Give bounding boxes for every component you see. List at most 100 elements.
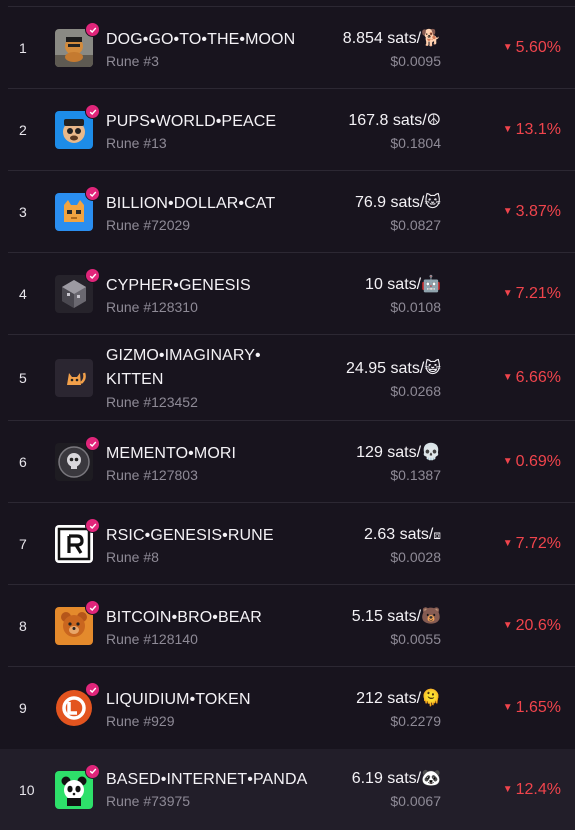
verified-badge-icon — [85, 682, 100, 697]
down-triangle-icon: ▼ — [502, 288, 513, 299]
down-triangle-icon: ▼ — [502, 124, 513, 135]
token-row[interactable]: 7 RSIC•GENESIS•RUNE Rune #8 2.63 sats/⧈ … — [0, 503, 575, 585]
cat-logo-icon — [55, 186, 100, 231]
panda-logo-icon — [55, 763, 100, 809]
price-change: ▼ 5.60% — [502, 39, 561, 56]
rank-number: 7 — [19, 536, 27, 552]
verified-badge-icon — [85, 763, 100, 779]
price-change: ▼ 7.72% — [502, 535, 561, 552]
rank-number: 5 — [19, 370, 27, 386]
price-usd: $0.0268 — [390, 383, 441, 399]
down-triangle-icon: ▼ — [502, 42, 513, 53]
price-change: ▼ 7.21% — [502, 285, 561, 302]
rune-number: Rune #128310 — [106, 299, 198, 315]
token-name: DOG•GO•TO•THE•MOON — [106, 31, 296, 48]
token-name: PUPS•WORLD•PEACE — [106, 113, 277, 130]
verified-badge-icon — [85, 518, 100, 533]
rank-number: 1 — [19, 40, 27, 56]
price-sats: 10 sats/🤖 — [365, 276, 441, 293]
dog-logo-icon — [55, 22, 100, 67]
rune-number: Rune #929 — [106, 713, 175, 729]
rune-number: Rune #73975 — [106, 793, 191, 809]
token-name: BASED•INTERNET•PANDA — [106, 771, 308, 788]
price-sats: 24.95 sats/😺 — [346, 360, 441, 377]
price-usd: $0.0028 — [390, 549, 441, 565]
rune-number: Rune #72029 — [106, 217, 191, 233]
price-usd: $0.1387 — [390, 467, 441, 483]
token-row[interactable]: 5 GIZMO•IMAGINARY• KITTEN Rune #123452 2… — [0, 335, 575, 421]
cypher-logo-icon — [55, 268, 100, 313]
price-usd: $0.1804 — [390, 135, 441, 151]
token-name: BITCOIN•BRO•BEAR — [106, 609, 262, 626]
verified-badge-icon — [85, 268, 100, 283]
token-row[interactable]: 6 MEMENTO•MORI Rune #127803 129 sats/💀 $… — [0, 421, 575, 503]
price-sats: 167.8 sats/☮ — [348, 112, 441, 129]
down-triangle-icon: ▼ — [502, 783, 513, 795]
token-row[interactable]: 8 BITCOIN•BRO•BEAR Rune #128140 5.15 sat… — [0, 585, 575, 667]
rsic-symbol-icon: ⧈ — [433, 528, 441, 542]
price-change: ▼ 1.65% — [502, 699, 561, 716]
price-usd: $0.0055 — [390, 631, 441, 647]
verified-badge-icon — [85, 104, 100, 119]
token-name-continued: KITTEN — [106, 371, 164, 388]
rsic-logo-icon — [55, 518, 100, 563]
down-triangle-icon: ▼ — [502, 206, 513, 217]
token-name: MEMENTO•MORI — [106, 445, 237, 462]
token-row[interactable]: 4 CYPHER•GENESIS Rune #128310 10 sats/🤖 … — [0, 253, 575, 335]
price-sats: 6.19 sats/🐼 — [351, 770, 441, 787]
price-sats: 5.15 sats/🐻 — [351, 608, 441, 625]
token-row[interactable]: 10 BASED•INTERNET•PANDA Rune #73975 6.19… — [0, 749, 575, 830]
price-change: ▼ 13.1% — [502, 121, 561, 138]
down-triangle-icon: ▼ — [502, 456, 513, 467]
price-usd: $0.0108 — [390, 299, 441, 315]
dog-symbol-icon: 🐕 — [421, 30, 441, 47]
peace-symbol-icon: ☮ — [426, 112, 441, 129]
price-change: ▼ 12.4% — [502, 780, 561, 798]
token-row[interactable]: 9 LIQUIDIUM•TOKEN Rune #929 212 sats/🫠 $… — [0, 667, 575, 749]
panda-symbol-icon: 🐼 — [421, 770, 441, 787]
down-triangle-icon: ▼ — [502, 620, 513, 631]
melting-face-symbol-icon: 🫠 — [421, 690, 441, 707]
liquidium-logo-icon — [55, 682, 100, 727]
rune-number: Rune #128140 — [106, 631, 198, 647]
down-triangle-icon: ▼ — [502, 372, 513, 383]
verified-badge-icon — [85, 600, 100, 615]
rank-number: 2 — [19, 122, 27, 138]
verified-badge-icon — [85, 436, 100, 451]
robot-symbol-icon: 🤖 — [421, 276, 441, 293]
down-triangle-icon: ▼ — [502, 538, 513, 549]
token-row[interactable]: 1 DOG•GO•TO•THE•MOON Rune #3 8.854 sats/… — [0, 7, 575, 89]
rank-number: 8 — [19, 618, 27, 634]
rank-number: 10 — [19, 781, 35, 798]
price-change: ▼ 3.87% — [502, 203, 561, 220]
price-usd: $0.0095 — [390, 53, 441, 69]
token-name: CYPHER•GENESIS — [106, 277, 251, 294]
gizmo-logo-icon — [55, 359, 93, 397]
rune-number: Rune #3 — [106, 53, 159, 69]
price-sats: 8.854 sats/🐕 — [342, 30, 441, 47]
bear-logo-icon — [55, 600, 100, 645]
price-sats: 129 sats/💀 — [356, 444, 441, 461]
rune-number: Rune #123452 — [106, 394, 198, 410]
rank-number: 6 — [19, 454, 27, 470]
rank-number: 9 — [19, 700, 27, 716]
token-name: BILLION•DOLLAR•CAT — [106, 195, 276, 212]
cat-symbol-icon: 🐱 — [424, 194, 441, 211]
price-change: ▼ 6.66% — [502, 369, 561, 386]
price-usd: $0.2279 — [390, 713, 441, 729]
price-change: ▼ 0.69% — [502, 453, 561, 470]
token-name: LIQUIDIUM•TOKEN — [106, 691, 251, 708]
rank-number: 4 — [19, 286, 27, 302]
price-sats: 2.63 sats/⧈ — [363, 526, 441, 543]
verified-badge-icon — [85, 22, 100, 37]
token-row[interactable]: 2 PUPS•WORLD•PEACE Rune #13 167.8 sats/☮… — [0, 89, 575, 171]
rune-number: Rune #13 — [106, 135, 167, 151]
rune-token-list: 1 DOG•GO•TO•THE•MOON Rune #3 8.854 sats/… — [0, 0, 575, 830]
rank-number: 3 — [19, 204, 27, 220]
price-change: ▼ 20.6% — [502, 617, 561, 634]
verified-badge-icon — [85, 186, 100, 201]
token-row[interactable]: 3 BILLION•DOLLAR•CAT Rune #72029 76.9 sa… — [0, 171, 575, 253]
token-name: RSIC•GENESIS•RUNE — [106, 527, 274, 544]
down-triangle-icon: ▼ — [502, 702, 513, 713]
price-sats: 212 sats/🫠 — [356, 690, 441, 707]
